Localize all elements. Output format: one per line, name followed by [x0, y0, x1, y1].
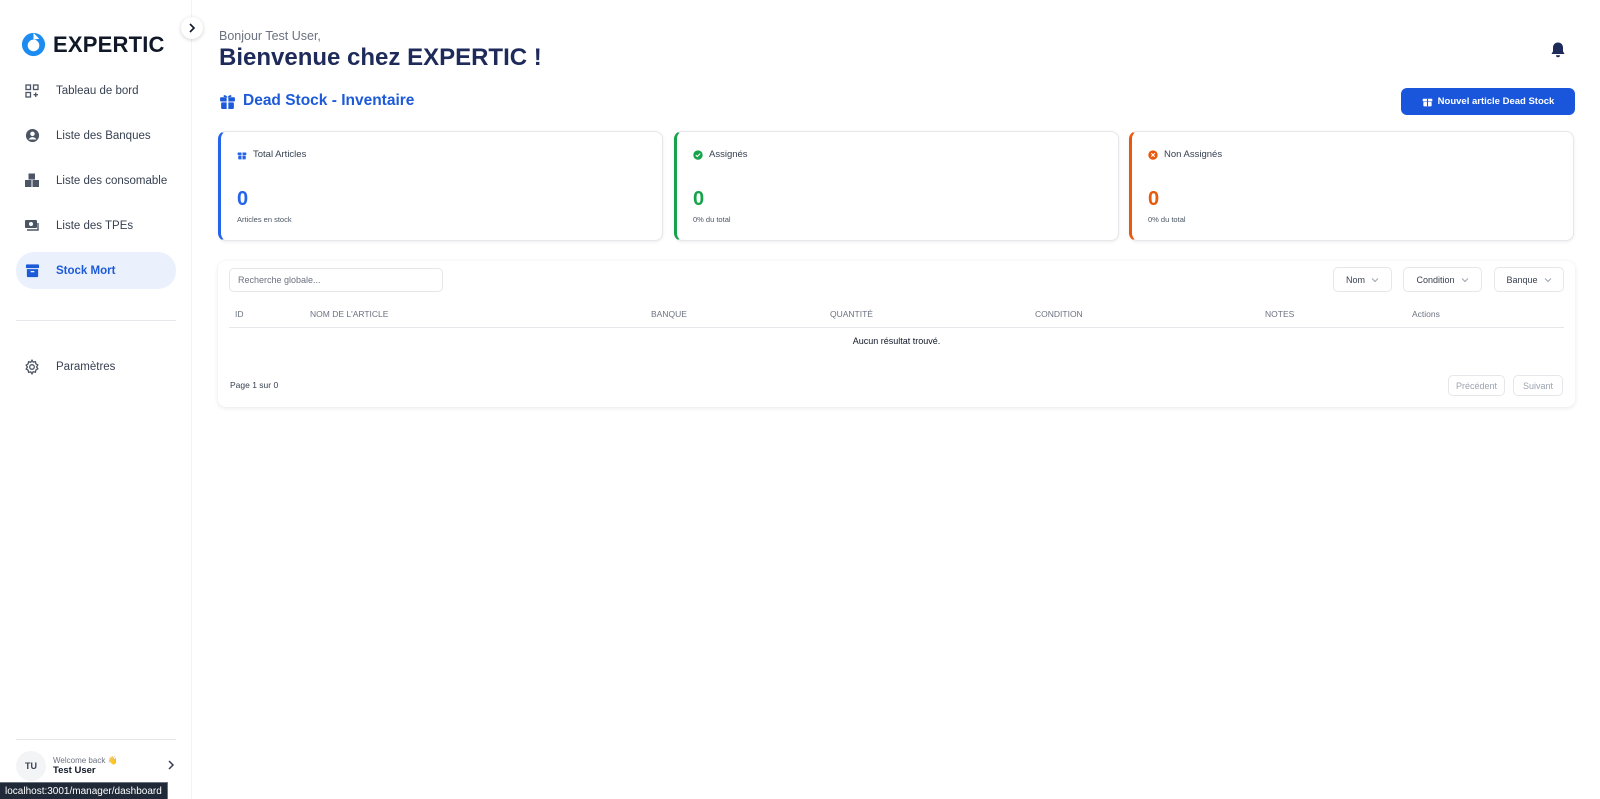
- chevron-down-icon: [1461, 277, 1468, 282]
- check-circle-icon: [693, 149, 703, 160]
- inventory-table-panel: Nom Condition Banque ID Nom de l'article…: [218, 261, 1575, 407]
- user-welcome: Welcome back 👋: [53, 755, 118, 765]
- search-input[interactable]: [229, 268, 443, 292]
- sidebar-collapse-button[interactable]: [181, 17, 203, 39]
- sidebar: EXPERTIC Tableau de bord Liste des Banqu…: [0, 0, 192, 799]
- sidebar-item-consomable[interactable]: Liste des consomable: [16, 162, 176, 199]
- logo-icon: [21, 32, 46, 57]
- column-header-notes[interactable]: Notes: [1265, 309, 1294, 319]
- filter-label: Banque: [1506, 274, 1538, 285]
- user-circle-icon: [24, 128, 40, 144]
- column-header-id[interactable]: ID: [235, 309, 244, 319]
- previous-page-button[interactable]: Précédent: [1448, 375, 1505, 396]
- table-header-divider: [229, 327, 1564, 328]
- stat-card-total: Total Articles 0 Articles en stock: [218, 131, 663, 241]
- pagination-info: Page 1 sur 0: [230, 380, 279, 390]
- sidebar-item-label: Liste des Banques: [56, 129, 151, 142]
- stat-card-header: Total Articles: [237, 149, 306, 160]
- settings-label: Paramètres: [56, 360, 116, 373]
- column-header-quantity[interactable]: Quantité: [830, 309, 873, 319]
- sidebar-divider: [16, 320, 176, 321]
- money-icon: [24, 218, 40, 234]
- new-dead-stock-button[interactable]: Nouvel article Dead Stock: [1401, 88, 1575, 115]
- gift-box-icon: [237, 152, 247, 159]
- page-title-text: Dead Stock - Inventaire: [243, 92, 415, 109]
- bell-icon[interactable]: [1549, 41, 1567, 59]
- stat-value: 0: [693, 188, 705, 210]
- status-url: localhost:3001/manager/dashboard: [0, 782, 168, 799]
- stat-sub: 0% du total: [1148, 215, 1186, 224]
- sidebar-item-label: Tableau de bord: [56, 84, 139, 97]
- user-text: Welcome back 👋 Test User: [53, 756, 118, 777]
- column-header-name[interactable]: Nom de l'article: [310, 309, 388, 319]
- stat-value: 0: [1148, 188, 1160, 210]
- sidebar-item-label: Liste des consomable: [56, 174, 168, 187]
- stat-card-unassigned: Non Assignés 0 0% du total: [1129, 131, 1574, 241]
- stat-label: Non Assignés: [1164, 149, 1223, 160]
- stat-sub: 0% du total: [693, 215, 731, 224]
- greeting: Bonjour Test User,: [219, 29, 321, 43]
- column-header-bank[interactable]: Banque: [651, 309, 687, 319]
- stat-card-header: Non Assignés: [1148, 149, 1222, 160]
- column-header-condition[interactable]: Condition: [1035, 309, 1083, 319]
- user-name: Test User: [53, 765, 96, 777]
- chevron-down-icon: [1544, 277, 1551, 282]
- avatar: TU: [16, 751, 46, 781]
- sidebar-item-label: Liste des TPEs: [56, 219, 134, 232]
- stat-label: Assignés: [709, 149, 748, 160]
- sidebar-item-label: Stock Mort: [56, 264, 116, 277]
- logo[interactable]: EXPERTIC: [20, 31, 165, 58]
- welcome-title: Bienvenue chez EXPERTIC !: [219, 44, 542, 71]
- next-page-button[interactable]: Suivant: [1513, 375, 1563, 396]
- filter-label: Nom: [1345, 274, 1365, 285]
- stat-value: 0: [237, 188, 249, 210]
- sidebar-item-dashboard[interactable]: Tableau de bord: [16, 72, 176, 109]
- settings-section: Paramètres: [16, 348, 176, 393]
- sidebar-item-banques[interactable]: Liste des Banques: [16, 117, 176, 154]
- logo-text: EXPERTIC: [53, 31, 165, 57]
- empty-state: Aucun résultat trouvé.: [852, 336, 941, 346]
- sidebar-nav: Tableau de bord Liste des Banques Liste …: [16, 72, 176, 297]
- gear-icon: [24, 358, 40, 375]
- filter-nom[interactable]: Nom: [1333, 267, 1392, 292]
- stat-card-header: Assignés: [693, 149, 748, 160]
- x-circle-icon: [1148, 149, 1158, 160]
- boxes-icon: [24, 173, 40, 189]
- user-profile[interactable]: TU Welcome back 👋 Test User: [16, 750, 182, 782]
- column-header-actions: Actions: [1412, 309, 1440, 319]
- filter-banque[interactable]: Banque: [1494, 267, 1564, 292]
- new-dead-stock-label: Nouvel article Dead Stock: [1437, 96, 1555, 107]
- sidebar-item-tpes[interactable]: Liste des TPEs: [16, 207, 176, 244]
- gift-box-icon: [1422, 98, 1432, 107]
- chevron-right-icon: [189, 23, 196, 33]
- filter-label: Condition: [1416, 274, 1455, 285]
- sidebar-item-settings[interactable]: Paramètres: [16, 348, 176, 385]
- page-title: Dead Stock - Inventaire: [219, 92, 414, 110]
- sidebar-item-stock-mort[interactable]: Stock Mort: [16, 252, 176, 289]
- stat-card-assigned: Assignés 0 0% du total: [674, 131, 1119, 241]
- dashboard-icon: [24, 83, 40, 99]
- chevron-down-icon: [1371, 277, 1379, 282]
- archive-icon: [24, 263, 40, 279]
- stat-label: Total Articles: [253, 149, 307, 160]
- user-divider: [16, 739, 176, 740]
- gift-box-icon: [220, 94, 235, 109]
- stat-sub: Articles en stock: [237, 215, 292, 224]
- app: EXPERTIC Tableau de bord Liste des Banqu…: [0, 0, 1600, 799]
- filter-condition[interactable]: Condition: [1403, 267, 1482, 292]
- chevron-right-icon: [168, 760, 175, 770]
